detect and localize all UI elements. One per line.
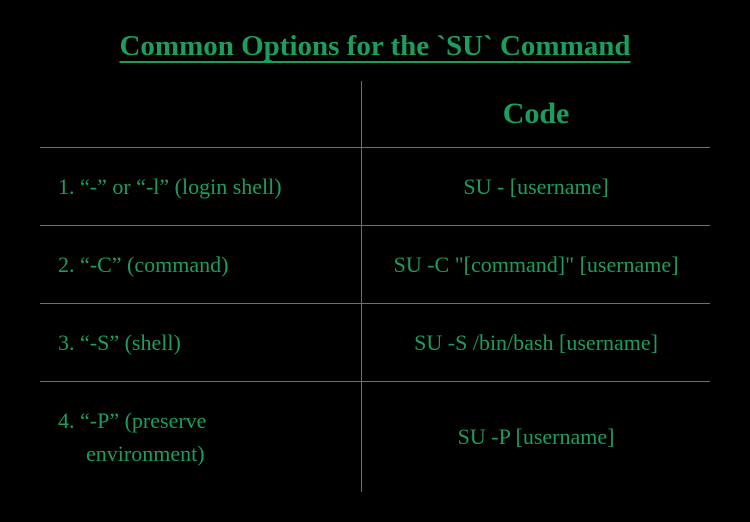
code-cell: SU - [username] bbox=[362, 148, 710, 226]
page-title: Common Options for the `SU` Command bbox=[40, 30, 710, 63]
table-row: 2. “-C” (command) SU -C "[command]" [use… bbox=[40, 226, 710, 304]
code-cell: SU -P [username] bbox=[362, 382, 710, 493]
option-cell: 1. “-” or “-l” (login shell) bbox=[40, 148, 362, 226]
option-cell: 4. “-P” (preserve environment) bbox=[40, 382, 362, 493]
table-row: 3. “-S” (shell) SU -S /bin/bash [usernam… bbox=[40, 304, 710, 382]
table-header-row: Code bbox=[40, 81, 710, 148]
option-line2: environment) bbox=[58, 437, 349, 470]
option-line1: 4. “-P” (preserve bbox=[58, 408, 206, 433]
code-cell: SU -C "[command]" [username] bbox=[362, 226, 710, 304]
table-row: 4. “-P” (preserve environment) SU -P [us… bbox=[40, 382, 710, 493]
options-table: Code 1. “-” or “-l” (login shell) SU - [… bbox=[40, 81, 710, 492]
option-cell: 2. “-C” (command) bbox=[40, 226, 362, 304]
header-col1 bbox=[40, 81, 362, 148]
table-row: 1. “-” or “-l” (login shell) SU - [usern… bbox=[40, 148, 710, 226]
header-col2: Code bbox=[362, 81, 710, 148]
option-cell: 3. “-S” (shell) bbox=[40, 304, 362, 382]
code-cell: SU -S /bin/bash [username] bbox=[362, 304, 710, 382]
